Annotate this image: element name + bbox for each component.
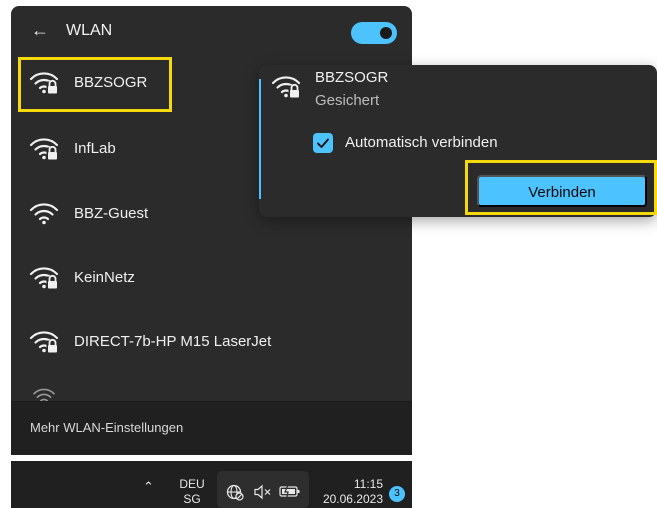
wifi-header: ← WLAN: [11, 6, 412, 56]
network-name: DIRECT-7b-HP M15 LaserJet: [74, 333, 272, 350]
notification-count-badge[interactable]: 3: [389, 486, 405, 502]
wifi-toggle[interactable]: [351, 22, 397, 44]
network-name: BBZ-Guest: [74, 205, 149, 222]
network-name: InfLab: [74, 140, 116, 157]
popup-security-status: Gesichert: [315, 92, 380, 109]
layout-code: SG: [183, 492, 201, 506]
taskbar: ⌃ DEU SG 11:15 20.06.2023 3: [11, 461, 412, 508]
network-item-direct-hp[interactable]: DIRECT-7b-HP M15 LaserJet: [11, 314, 412, 372]
chevron-up-icon[interactable]: ⌃: [143, 479, 154, 495]
wifi-secured-icon: [29, 135, 59, 161]
network-name: KeinNetz: [74, 269, 135, 286]
clock-date: 20.06.2023: [322, 492, 383, 506]
wifi-icon: [29, 200, 59, 226]
network-connect-popup: BBZSOGR Gesichert Automatisch verbinden …: [259, 65, 657, 217]
auto-connect-checkbox[interactable]: [313, 133, 333, 153]
clock[interactable]: 11:15 20.06.2023: [311, 477, 383, 507]
auto-connect-label: Automatisch verbinden: [345, 134, 498, 151]
accent-line: [259, 79, 261, 199]
wifi-footer: Mehr WLAN-Einstellungen: [11, 401, 412, 455]
wifi-secured-icon: [29, 264, 59, 290]
checkmark-icon: [317, 138, 329, 148]
clock-time: 11:15: [353, 477, 383, 491]
battery-charging-icon: [279, 484, 300, 498]
wifi-secured-icon: [29, 328, 59, 354]
toggle-knob: [380, 27, 392, 39]
page-title: WLAN: [66, 22, 113, 39]
quick-settings-button[interactable]: [217, 471, 309, 508]
volume-muted-icon: [254, 484, 271, 500]
back-arrow-icon[interactable]: ←: [31, 20, 49, 40]
wifi-secured-icon: [271, 73, 301, 99]
input-language-indicator[interactable]: DEU SG: [179, 477, 205, 507]
language-code: DEU: [179, 477, 205, 491]
more-wifi-settings-link[interactable]: Mehr WLAN-Einstellungen: [30, 420, 183, 436]
globe-icon: [226, 484, 244, 501]
network-item-keinnetz[interactable]: KeinNetz: [11, 250, 412, 308]
popup-network-name: BBZSOGR: [315, 69, 389, 86]
highlight-box: [18, 57, 172, 112]
connect-button[interactable]: Verbinden: [477, 175, 647, 207]
